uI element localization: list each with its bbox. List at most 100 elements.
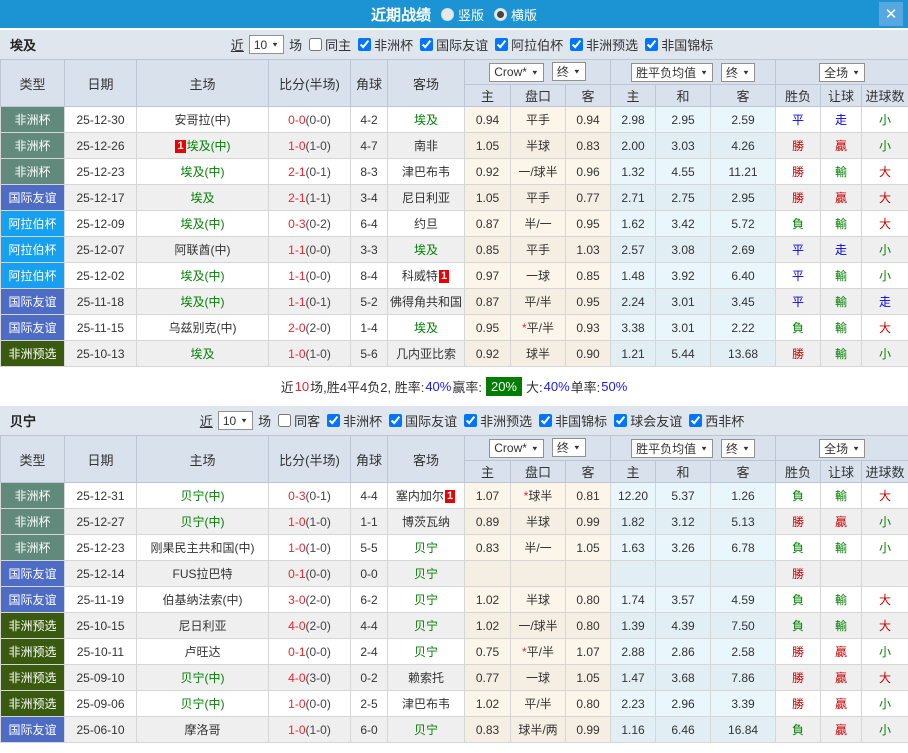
team-name: 贝宁 bbox=[413, 619, 438, 633]
cell-away-team: 赖索托 bbox=[387, 664, 465, 691]
cell-competition: 非洲杯 bbox=[0, 482, 65, 509]
cell-odds-home: 1.02 bbox=[464, 586, 511, 613]
rank-badge: 1 bbox=[444, 490, 456, 503]
scope-select[interactable]: 全场 ▼ bbox=[819, 62, 866, 82]
cell-odds-home: 0.92 bbox=[464, 340, 511, 367]
cell-avg-home: 2.98 bbox=[610, 106, 657, 133]
cell-odds-home: 0.97 bbox=[464, 262, 511, 289]
section-filter-bar: 贝宁近 10 ▼ 场同客 非洲杯 国际友谊 非洲预选 非国锦标 球会友谊 西非杯 bbox=[0, 406, 908, 435]
competition-checkbox[interactable] bbox=[464, 414, 478, 427]
radio-horizontal-icon[interactable] bbox=[494, 7, 507, 21]
odds-stage-select[interactable]: 终 ▼ bbox=[551, 62, 586, 82]
cell-home-team: 1 埃及(中) bbox=[136, 132, 269, 159]
fulltime-score: 1-0 bbox=[288, 696, 306, 711]
same-venue-checkbox[interactable] bbox=[278, 414, 292, 427]
bookmaker-select[interactable]: Crow* ▼ bbox=[489, 62, 544, 82]
halftime-score: (0-1) bbox=[305, 164, 331, 179]
recent-link[interactable]: 近 bbox=[231, 35, 244, 54]
team-name: 博茨瓦纳 bbox=[401, 515, 450, 529]
competition-checkbox[interactable] bbox=[420, 38, 434, 51]
competition-checkbox[interactable] bbox=[327, 414, 341, 427]
cell-odds-home: 0.83 bbox=[464, 716, 511, 743]
layout-radio-horizontal[interactable]: 横版 bbox=[494, 5, 537, 24]
same-venue-label: 同客 bbox=[294, 414, 321, 429]
cell-result-handicap: 贏 bbox=[820, 508, 863, 535]
cell-away-team: 约旦 bbox=[387, 210, 465, 237]
cell-competition: 非洲预选 bbox=[0, 612, 65, 639]
competition-checkbox[interactable] bbox=[614, 414, 628, 427]
cell-competition: 非洲杯 bbox=[0, 158, 65, 185]
avg-type-select[interactable]: 胜平负均值 ▼ bbox=[631, 62, 714, 82]
competition-checkbox[interactable] bbox=[539, 414, 553, 427]
cell-result-handicap: 輸 bbox=[820, 534, 863, 561]
halftime-score: (1-0) bbox=[305, 514, 331, 529]
match-row: 国际友谊 25-11-15 乌兹别克(中) 2-0(2-0) 1-4 埃及 0.95 *平/半… bbox=[0, 314, 908, 341]
close-icon[interactable]: ✕ bbox=[879, 2, 903, 26]
cell-result-handicap: 走 bbox=[820, 236, 863, 263]
cell-score: 1-0(1-0) bbox=[268, 716, 351, 743]
cell-away-team: 南非 bbox=[387, 132, 465, 159]
cell-result-goals: 大 bbox=[861, 664, 908, 691]
cell-date: 25-12-23 bbox=[64, 534, 137, 561]
match-row: 国际友谊 25-12-17 埃及 2-1(1-1) 3-4 尼日利亚 1.05 平手 0.77 2… bbox=[0, 184, 908, 211]
odds-stage-select[interactable]: 终 ▼ bbox=[551, 438, 586, 458]
avg-stage-select[interactable]: 终 ▼ bbox=[721, 62, 755, 82]
same-venue-label: 同主 bbox=[325, 38, 352, 53]
cell-result-handicap: 贏 bbox=[820, 132, 863, 159]
cell-avg-away: 6.78 bbox=[710, 534, 777, 561]
halftime-score: (2-0) bbox=[305, 592, 331, 607]
same-venue-checkbox[interactable] bbox=[309, 38, 323, 51]
cell-result-handicap: 輸 bbox=[820, 612, 863, 639]
team-name: 几内亚比索 bbox=[395, 347, 456, 361]
cell-odds-away: 0.90 bbox=[564, 340, 612, 367]
layout-radio-vertical[interactable]: 竖版 bbox=[440, 5, 484, 24]
competition-checkbox[interactable] bbox=[358, 38, 372, 51]
competition-label: 非国锦标 bbox=[555, 414, 608, 429]
competition-checkbox[interactable] bbox=[389, 414, 403, 427]
cell-competition: 非洲预选 bbox=[0, 690, 65, 717]
competition-label: 非洲预选 bbox=[480, 414, 533, 429]
sub-column-header: 客 bbox=[710, 460, 777, 483]
cell-avg-home: 2.57 bbox=[610, 236, 657, 263]
competition-checkbox[interactable] bbox=[570, 38, 584, 51]
radio-vertical-icon[interactable] bbox=[440, 7, 454, 21]
match-row: 国际友谊 25-06-10 摩洛哥 1-0(1-0) 6-0 贝宁 0.83 球半/两 0.99… bbox=[0, 716, 908, 743]
competition-checkbox[interactable] bbox=[495, 38, 509, 51]
halftime-score: (3-0) bbox=[305, 670, 331, 685]
cell-avg-draw: 5.44 bbox=[655, 340, 712, 367]
matches-count-select[interactable]: 10 ▼ bbox=[217, 411, 254, 430]
cell-score: 1-0(1-0) bbox=[268, 508, 351, 535]
recent-link[interactable]: 近 bbox=[200, 411, 213, 430]
cell-result-handicap bbox=[820, 560, 863, 587]
column-header: 主场 bbox=[136, 59, 269, 107]
sub-column-header: 和 bbox=[655, 84, 712, 107]
cell-handicap: 半球 bbox=[510, 508, 566, 535]
competition-checkbox[interactable] bbox=[645, 38, 659, 51]
cell-handicap: 一球 bbox=[510, 262, 566, 289]
chevron-down-icon: ▼ bbox=[700, 68, 709, 76]
fulltime-score: 4-0 bbox=[288, 670, 306, 685]
avg-stage-select[interactable]: 终 ▼ bbox=[721, 438, 755, 458]
avg-type-select[interactable]: 胜平负均值 ▼ bbox=[631, 438, 714, 458]
halftime-score: (0-0) bbox=[305, 644, 331, 659]
halftime-score: (0-0) bbox=[305, 242, 331, 257]
cell-odds-home: 0.94 bbox=[464, 106, 511, 133]
cell-corners: 8-4 bbox=[350, 262, 388, 289]
cell-result-wdl: 勝 bbox=[775, 340, 822, 367]
matches-count-select[interactable]: 10 ▼ bbox=[248, 35, 285, 54]
cell-result-goals bbox=[861, 560, 908, 587]
competition-checkbox[interactable] bbox=[689, 414, 703, 427]
section-filter-bar: 埃及近 10 ▼ 场同主 非洲杯 国际友谊 阿拉伯杯 非洲预选 非国锦标 bbox=[0, 30, 908, 59]
team-name: 贝宁 bbox=[413, 723, 438, 737]
scope-select[interactable]: 全场 ▼ bbox=[819, 438, 866, 458]
team-name: 贝宁 bbox=[413, 593, 438, 607]
cell-result-wdl: 平 bbox=[775, 106, 822, 133]
cell-corners: 1-4 bbox=[350, 314, 388, 341]
halftime-score: (0-1) bbox=[305, 294, 331, 309]
bookmaker-select[interactable]: Crow* ▼ bbox=[489, 438, 544, 458]
cell-result-handicap: 贏 bbox=[820, 690, 863, 717]
cell-result-wdl: 勝 bbox=[775, 638, 822, 665]
cell-odds-away: 0.94 bbox=[564, 106, 612, 133]
cell-corners: 5-5 bbox=[350, 534, 388, 561]
chevron-down-icon: ▼ bbox=[700, 444, 709, 452]
